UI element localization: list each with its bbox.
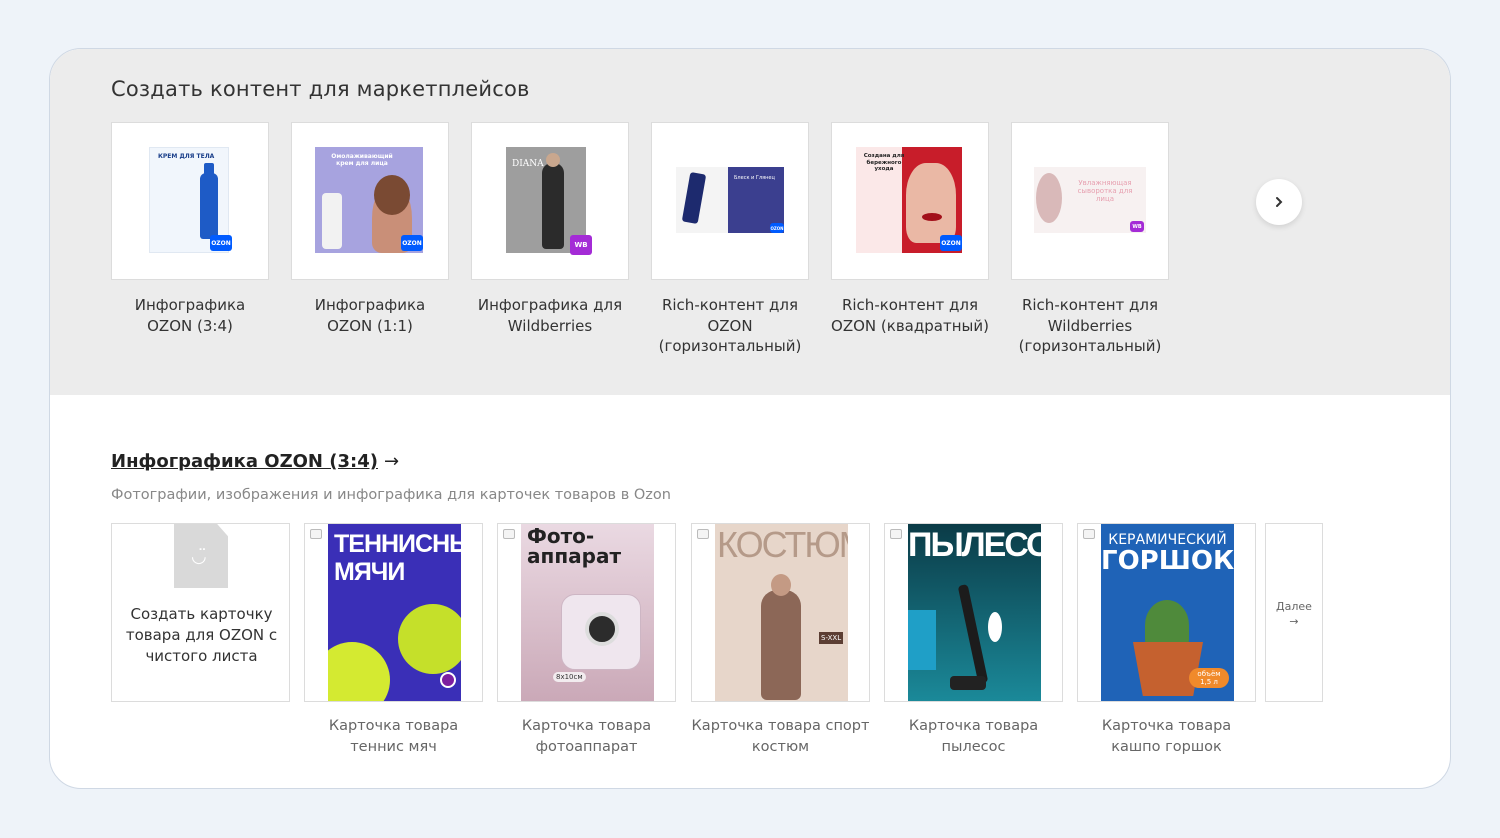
carousel-next-button[interactable] bbox=[1256, 179, 1302, 225]
template-label[interactable]: Карточка товара пылесос bbox=[884, 716, 1063, 758]
template-label[interactable]: Карточка товара фотоаппарат bbox=[497, 716, 676, 758]
category-thumbnail: КРЕМ ДЛЯ ТЕЛА OZON bbox=[111, 122, 269, 280]
category-label: Инфографика OZON (1:1) bbox=[314, 296, 426, 335]
category-card-rich-ozon-horizontal[interactable]: Блеск и Глянец OZON Rich-контент для OZO… bbox=[651, 122, 809, 357]
template-poster: КЕРАМИЧЕСКИЙ ГОРШОК объём 1,5 л bbox=[1101, 524, 1234, 701]
create-blank-card[interactable]: ◡̈ Создать карточку товара для OZON с чи… bbox=[111, 523, 290, 702]
poster-caption: S-XXL bbox=[819, 632, 844, 644]
chevron-right-icon bbox=[1276, 197, 1283, 207]
smiley-icon: ◡̈ bbox=[191, 546, 207, 567]
poster-title: КОСТЮМ bbox=[717, 524, 848, 565]
poster-title: ТЕННИСНЫЕ МЯЧИ bbox=[334, 530, 461, 586]
category-card-rich-ozon-square[interactable]: Создана для бережного ухода OZON Rich-ко… bbox=[831, 122, 989, 336]
template-poster: ПЫЛЕСОС bbox=[908, 524, 1041, 701]
category-thumbnail: DIANA WB bbox=[471, 122, 629, 280]
template-poster: Фото-аппарат 8x10см bbox=[521, 524, 654, 701]
template-card-sport-suit[interactable]: КОСТЮМ S-XXL bbox=[691, 523, 870, 702]
more-label: Далее bbox=[1276, 600, 1312, 613]
more-button[interactable]: Далее → bbox=[1265, 523, 1323, 702]
section-title: Инфографика OZON (3:4) → bbox=[111, 451, 399, 472]
ozon-badge: OZON bbox=[401, 235, 423, 251]
ozon-badge: OZON bbox=[210, 235, 232, 251]
thumbnail-caption: Создана для бережного ухода bbox=[863, 153, 905, 172]
template-poster: ТЕННИСНЫЕ МЯЧИ bbox=[328, 524, 461, 701]
arrow-right-icon: → bbox=[1289, 615, 1299, 628]
categories-title: Создать контент для маркетплейсов bbox=[111, 77, 530, 101]
image-icon bbox=[697, 529, 709, 539]
wb-badge: WB bbox=[1130, 221, 1144, 232]
category-card-ozon-1-1[interactable]: Омолаживающий крем для лица OZON Инфогра… bbox=[291, 122, 449, 336]
thumbnail-caption: Увлажняющая сыворотка для лица bbox=[1077, 179, 1133, 203]
poster-caption: 8x10см bbox=[553, 672, 586, 682]
image-icon bbox=[503, 529, 515, 539]
content-panel: Создать контент для маркетплейсов КРЕМ Д… bbox=[49, 48, 1451, 789]
poster-caption: объём 1,5 л bbox=[1189, 668, 1229, 688]
template-poster: КОСТЮМ S-XXL bbox=[715, 524, 848, 701]
template-label[interactable]: Карточка товара спорт костюм bbox=[691, 716, 870, 758]
thumbnail-caption: Омолаживающий крем для лица bbox=[331, 153, 393, 167]
category-card-ozon-3-4[interactable]: КРЕМ ДЛЯ ТЕЛА OZON Инфографика OZON (3:4… bbox=[111, 122, 269, 336]
thumbnail-caption: Блеск и Глянец bbox=[734, 175, 775, 181]
section-subtitle: Фотографии, изображения и инфографика дл… bbox=[111, 487, 671, 503]
category-label: Rich-контент для OZON (горизонтальный) bbox=[658, 296, 802, 355]
wb-badge: WB bbox=[570, 235, 592, 255]
category-label: Инфографика OZON (3:4) bbox=[134, 296, 246, 335]
thumbnail-caption: DIANA bbox=[512, 159, 544, 169]
category-card-wildberries[interactable]: DIANA WB Инфографика для Wildberries bbox=[471, 122, 629, 336]
thumbnail-caption: КРЕМ ДЛЯ ТЕЛА bbox=[158, 153, 215, 160]
template-card-pot[interactable]: КЕРАМИЧЕСКИЙ ГОРШОК объём 1,5 л bbox=[1077, 523, 1256, 702]
category-label: Инфографика для Wildberries bbox=[477, 296, 623, 335]
category-thumbnail: Блеск и Глянец OZON bbox=[651, 122, 809, 280]
category-thumbnail: Омолаживающий крем для лица OZON bbox=[291, 122, 449, 280]
template-label[interactable]: Карточка товара кашпо горшок bbox=[1077, 716, 1256, 758]
template-card-camera[interactable]: Фото-аппарат 8x10см bbox=[497, 523, 676, 702]
ozon-badge: OZON bbox=[770, 223, 784, 233]
template-card-tennis[interactable]: ТЕННИСНЫЕ МЯЧИ bbox=[304, 523, 483, 702]
category-card-rich-wildberries-horizontal[interactable]: Увлажняющая сыворотка для лица WB Rich-к… bbox=[1011, 122, 1169, 357]
ozon-badge: OZON bbox=[940, 235, 962, 251]
section-title-link[interactable]: Инфографика OZON (3:4) bbox=[111, 451, 378, 472]
image-icon bbox=[1083, 529, 1095, 539]
categories-band: Создать контент для маркетплейсов КРЕМ Д… bbox=[50, 49, 1450, 395]
category-thumbnail: Создана для бережного ухода OZON bbox=[831, 122, 989, 280]
arrow-right-icon[interactable]: → bbox=[384, 451, 399, 472]
template-label[interactable]: Карточка товара теннис мяч bbox=[304, 716, 483, 758]
poster-title: ПЫЛЕСОС bbox=[908, 526, 1041, 564]
image-icon bbox=[890, 529, 902, 539]
page-background: Создать контент для маркетплейсов КРЕМ Д… bbox=[0, 0, 1500, 838]
category-thumbnail: Увлажняющая сыворотка для лица WB bbox=[1011, 122, 1169, 280]
poster-title: Фото-аппарат bbox=[527, 524, 622, 568]
create-blank-label: Создать карточку товара для OZON с чисто… bbox=[125, 605, 278, 665]
category-label: Rich-контент для Wildberries (горизонтал… bbox=[1018, 296, 1162, 355]
template-card-vacuum[interactable]: ПЫЛЕСОС bbox=[884, 523, 1063, 702]
image-icon bbox=[310, 529, 322, 539]
poster-title-2: ГОРШОК bbox=[1101, 546, 1234, 576]
category-label: Rich-контент для OZON (квадратный) bbox=[831, 296, 989, 335]
